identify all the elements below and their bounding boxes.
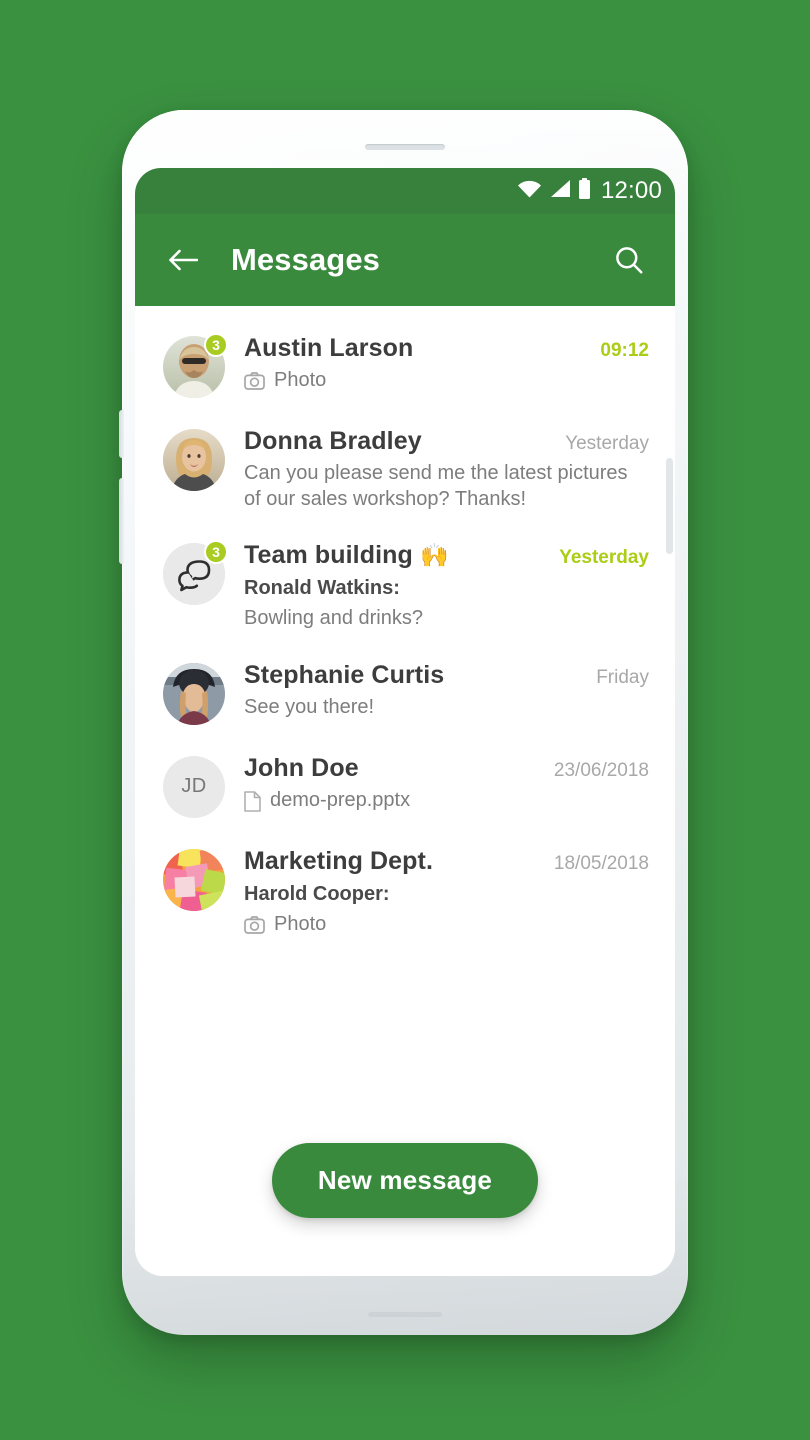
message-preview-text: Photo <box>274 369 327 391</box>
list-item[interactable]: 3 Austin Larson 09:12 Photo <box>135 319 675 412</box>
list-item-body: Austin Larson 09:12 Photo <box>244 333 649 394</box>
backdrop: 12:00 Messages 3 Austin Larson 09:12 Pho… <box>0 0 810 1440</box>
message-preview-text: Can you please send me the latest pictur… <box>244 462 628 510</box>
phone-device-frame: 12:00 Messages 3 Austin Larson 09:12 Pho… <box>119 110 688 1335</box>
list-item-header: Stephanie Curtis Friday <box>244 661 649 690</box>
avatar-photo-woman-hat <box>163 662 225 725</box>
home-indicator <box>368 1312 442 1317</box>
list-item-header: Team building 🙌 Yesterday <box>244 541 649 570</box>
conversation-name-text: Team building <box>244 541 413 570</box>
avatar <box>163 429 225 491</box>
list-item-header: John Doe 23/06/2018 <box>244 754 649 783</box>
message-preview: Photo <box>244 368 649 394</box>
raising-hands-emoji: 🙌 <box>419 542 449 569</box>
earpiece-speaker <box>365 144 445 150</box>
message-sender: Ronald Watkins: <box>244 577 400 600</box>
list-item-header: Marketing Dept. 18/05/2018 <box>244 847 649 876</box>
conversation-timestamp: 09:12 <box>600 340 649 361</box>
fab-container: New message <box>135 1143 675 1218</box>
conversation-name: Team building 🙌 <box>244 541 449 570</box>
conversation-timestamp: Yesterday <box>565 433 649 454</box>
conversation-name: Donna Bradley <box>244 427 422 455</box>
avatar: 3 <box>163 333 228 398</box>
status-bar: 12:00 <box>135 168 675 214</box>
list-item-body: Stephanie Curtis Friday See you there! <box>244 660 649 721</box>
side-button-lower[interactable] <box>119 478 124 564</box>
list-item-body: Team building 🙌 Yesterday Ronald Watkins… <box>244 540 649 632</box>
conversation-timestamp: 18/05/2018 <box>553 852 649 874</box>
conversation-name: Marketing Dept. <box>244 846 434 875</box>
list-scrollbar[interactable] <box>666 458 673 554</box>
list-item-body: Donna Bradley Yesterday Can you please s… <box>244 426 649 512</box>
search-icon[interactable] <box>609 240 649 280</box>
message-preview-text: Bowling and drinks? <box>244 607 423 630</box>
camera-icon <box>244 916 265 934</box>
list-item[interactable]: Marketing Dept. 18/05/2018 Harold Cooper… <box>135 832 675 952</box>
message-preview: Photo <box>244 912 649 938</box>
conversation-timestamp: Friday <box>596 666 649 688</box>
message-preview-text: See you there! <box>244 695 375 718</box>
conversation-list: 3 Austin Larson 09:12 Photo Donna Bradle… <box>135 306 675 1276</box>
unread-badge: 3 <box>204 333 228 357</box>
list-item-header: Austin Larson 09:12 <box>244 334 649 363</box>
conversation-timestamp: Yesterday <box>559 547 649 569</box>
list-item[interactable]: JD John Doe 23/06/2018 demo-prep.pptx <box>135 739 675 832</box>
camera-icon <box>244 372 265 391</box>
unread-badge: 3 <box>204 540 228 565</box>
message-preview: Can you please send me the latest pictur… <box>244 461 649 512</box>
phone-screen: 12:00 Messages 3 Austin Larson 09:12 Pho… <box>135 168 675 1276</box>
cellular-signal-icon <box>549 179 571 203</box>
document-icon <box>244 790 261 812</box>
conversation-name: Austin Larson <box>244 334 414 362</box>
status-bar-icons <box>517 177 591 205</box>
avatar <box>163 848 225 911</box>
avatar-photo-woman-blonde <box>163 429 225 491</box>
avatar <box>163 662 225 725</box>
conversation-name: John Doe <box>244 753 359 782</box>
list-item-body: John Doe 23/06/2018 demo-prep.pptx <box>244 753 649 814</box>
message-preview-text: Photo <box>274 912 327 935</box>
list-item[interactable]: Stephanie Curtis Friday See you there! <box>135 646 675 739</box>
list-item-header: Donna Bradley Yesterday <box>244 427 649 456</box>
avatar-photo-sticky-notes <box>163 848 225 911</box>
avatar: JD <box>163 755 225 818</box>
message-preview: Bowling and drinks? <box>244 606 649 632</box>
message-sender: Harold Cooper: <box>244 882 390 905</box>
battery-icon <box>578 177 591 205</box>
message-preview: demo-prep.pptx <box>244 788 649 814</box>
message-preview: See you there! <box>244 695 649 721</box>
list-item[interactable]: 3 Team building 🙌 Yesterday Ronald Watki… <box>135 526 675 646</box>
page-title: Messages <box>231 242 381 277</box>
message-preview-text: demo-prep.pptx <box>270 788 411 811</box>
wifi-icon <box>517 179 542 203</box>
back-arrow-icon[interactable] <box>163 240 203 280</box>
conversation-name: Stephanie Curtis <box>244 660 445 689</box>
new-message-button[interactable]: New message <box>271 1143 539 1218</box>
side-button-upper[interactable] <box>119 410 124 458</box>
list-item-body: Marketing Dept. 18/05/2018 Harold Cooper… <box>244 846 649 938</box>
conversation-timestamp: 23/06/2018 <box>553 759 649 781</box>
app-bar: Messages <box>135 214 675 306</box>
list-item[interactable]: Donna Bradley Yesterday Can you please s… <box>135 412 675 526</box>
avatar: 3 <box>163 540 228 606</box>
avatar-initials: JD <box>163 755 225 818</box>
status-bar-clock: 12:00 <box>600 177 662 204</box>
